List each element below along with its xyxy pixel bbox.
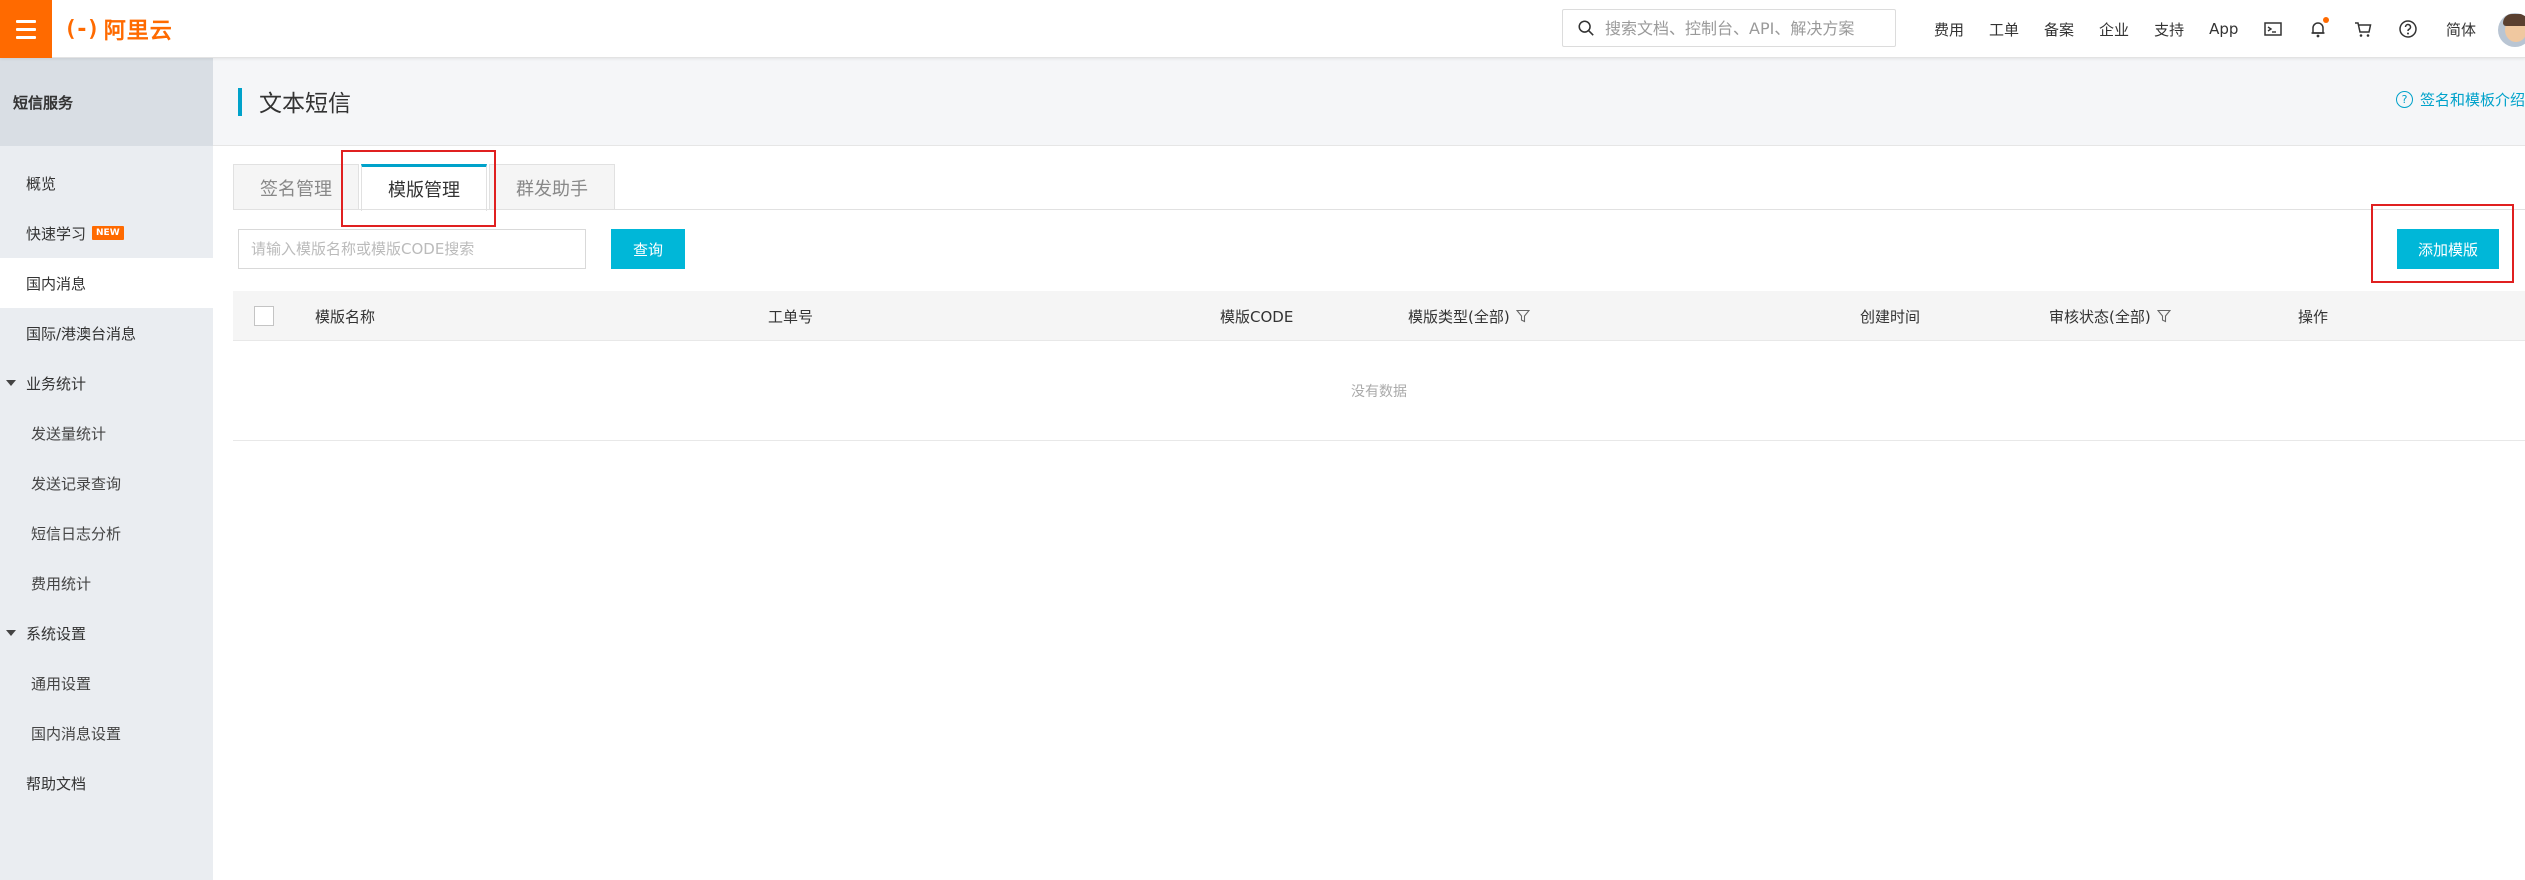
notification-dot <box>2323 17 2329 23</box>
table-header: 模版名称 工单号 模版CODE 模版类型(全部) 创建时间 审核状态(全部) 操… <box>233 291 2525 341</box>
nav-link-tickets[interactable]: 工单 <box>1989 19 2019 40</box>
sidebar-item-quick-learn[interactable]: 快速学习 NEW <box>0 208 213 258</box>
sidebar-item-intl[interactable]: 国际/港澳台消息 <box>0 308 213 358</box>
top-bar: (-) 阿里云 费用 工单 备案 企业 支持 App 简体 <box>0 0 2525 58</box>
empty-state: 没有数据 <box>233 341 2525 441</box>
caret-down-icon <box>6 630 16 636</box>
caret-down-icon <box>6 380 16 386</box>
sidebar-item-domestic-settings[interactable]: 国内消息设置 <box>0 708 213 758</box>
tab-divider <box>233 209 2525 210</box>
nav-link-support[interactable]: 支持 <box>2154 19 2184 40</box>
column-template-type[interactable]: 模版类型(全部) <box>1408 291 1530 341</box>
column-template-name: 模版名称 <box>315 307 376 326</box>
nav-link-fees[interactable]: 费用 <box>1934 19 1964 40</box>
tab-bulk-send-assistant[interactable]: 群发助手 <box>489 164 615 210</box>
sidebar-item-domestic[interactable]: 国内消息 <box>0 258 213 308</box>
page-title: 文本短信 <box>259 91 351 117</box>
empty-text: 没有数据 <box>1351 383 1407 400</box>
new-badge: NEW <box>92 226 124 240</box>
nav-link-filing[interactable]: 备案 <box>2044 19 2074 40</box>
nav-link-app[interactable]: App <box>2209 20 2238 38</box>
sidebar-item-general-settings[interactable]: 通用设置 <box>0 658 213 708</box>
column-review-status[interactable]: 审核状态(全部) <box>2049 291 2171 341</box>
highlight-box-template-tab <box>341 150 496 227</box>
logo-mark: (-) <box>64 16 100 42</box>
sidebar-menu: 概览 快速学习 NEW 国内消息 国际/港澳台消息 业务统计 发送量统计 发送记… <box>0 146 213 808</box>
sidebar-item-send-record[interactable]: 发送记录查询 <box>0 458 213 508</box>
sidebar-item-help-docs[interactable]: 帮助文档 <box>0 758 213 808</box>
hamburger-icon <box>16 19 36 23</box>
search-icon <box>1578 20 1594 36</box>
aliyun-logo[interactable]: (-) 阿里云 <box>64 13 173 45</box>
column-ticket-number: 工单号 <box>768 307 814 326</box>
menu-toggle-button[interactable] <box>0 0 52 58</box>
page-header: 文本短信 ? 签名和模板介绍 <box>213 58 2525 146</box>
main-content: 文本短信 ? 签名和模板介绍 签名管理 模版管理 群发助手 查询 添加模版 模版… <box>213 58 2525 880</box>
question-circle-icon: ? <box>2395 91 2413 108</box>
sidebar-item-overview[interactable]: 概览 <box>0 158 213 208</box>
avatar[interactable] <box>2498 13 2525 47</box>
signature-template-help-link[interactable]: ? 签名和模板介绍 <box>2395 89 2525 110</box>
filter-icon[interactable] <box>2156 309 2171 323</box>
highlight-box-add-button <box>2371 204 2514 283</box>
nav-link-enterprise[interactable]: 企业 <box>2099 19 2129 40</box>
terminal-icon[interactable] <box>2262 18 2284 40</box>
logo-text: 阿里云 <box>103 19 173 44</box>
sidebar-item-send-volume[interactable]: 发送量统计 <box>0 408 213 458</box>
query-button[interactable]: 查询 <box>611 229 685 269</box>
filter-icon[interactable] <box>1515 309 1530 323</box>
top-nav-links: 费用 工单 备案 企业 支持 App <box>1934 0 2263 58</box>
title-accent-bar <box>238 88 242 116</box>
column-actions: 操作 <box>2298 307 2329 326</box>
sidebar: 短信服务 概览 快速学习 NEW 国内消息 国际/港澳台消息 业务统计 发送量统… <box>0 58 213 880</box>
top-nav-icons <box>2262 0 2442 58</box>
sidebar-group-settings[interactable]: 系统设置 <box>0 608 213 658</box>
select-all-checkbox[interactable] <box>254 306 274 326</box>
language-switch[interactable]: 简体 <box>2446 0 2476 58</box>
bell-icon[interactable] <box>2307 17 2329 40</box>
template-table: 模版名称 工单号 模版CODE 模版类型(全部) 创建时间 审核状态(全部) 操… <box>233 291 2525 441</box>
global-search-input[interactable] <box>1605 18 1885 38</box>
cart-icon[interactable] <box>2352 18 2374 40</box>
column-template-code: 模版CODE <box>1220 307 1294 326</box>
column-created-time: 创建时间 <box>1860 307 1921 326</box>
sidebar-header: 短信服务 <box>0 58 213 146</box>
sidebar-item-fee-stats[interactable]: 费用统计 <box>0 558 213 608</box>
template-search-input[interactable] <box>238 229 586 269</box>
help-icon[interactable] <box>2397 18 2419 40</box>
sidebar-item-log-analysis[interactable]: 短信日志分析 <box>0 508 213 558</box>
global-search[interactable] <box>1562 9 1896 47</box>
sidebar-group-stats[interactable]: 业务统计 <box>0 358 213 408</box>
